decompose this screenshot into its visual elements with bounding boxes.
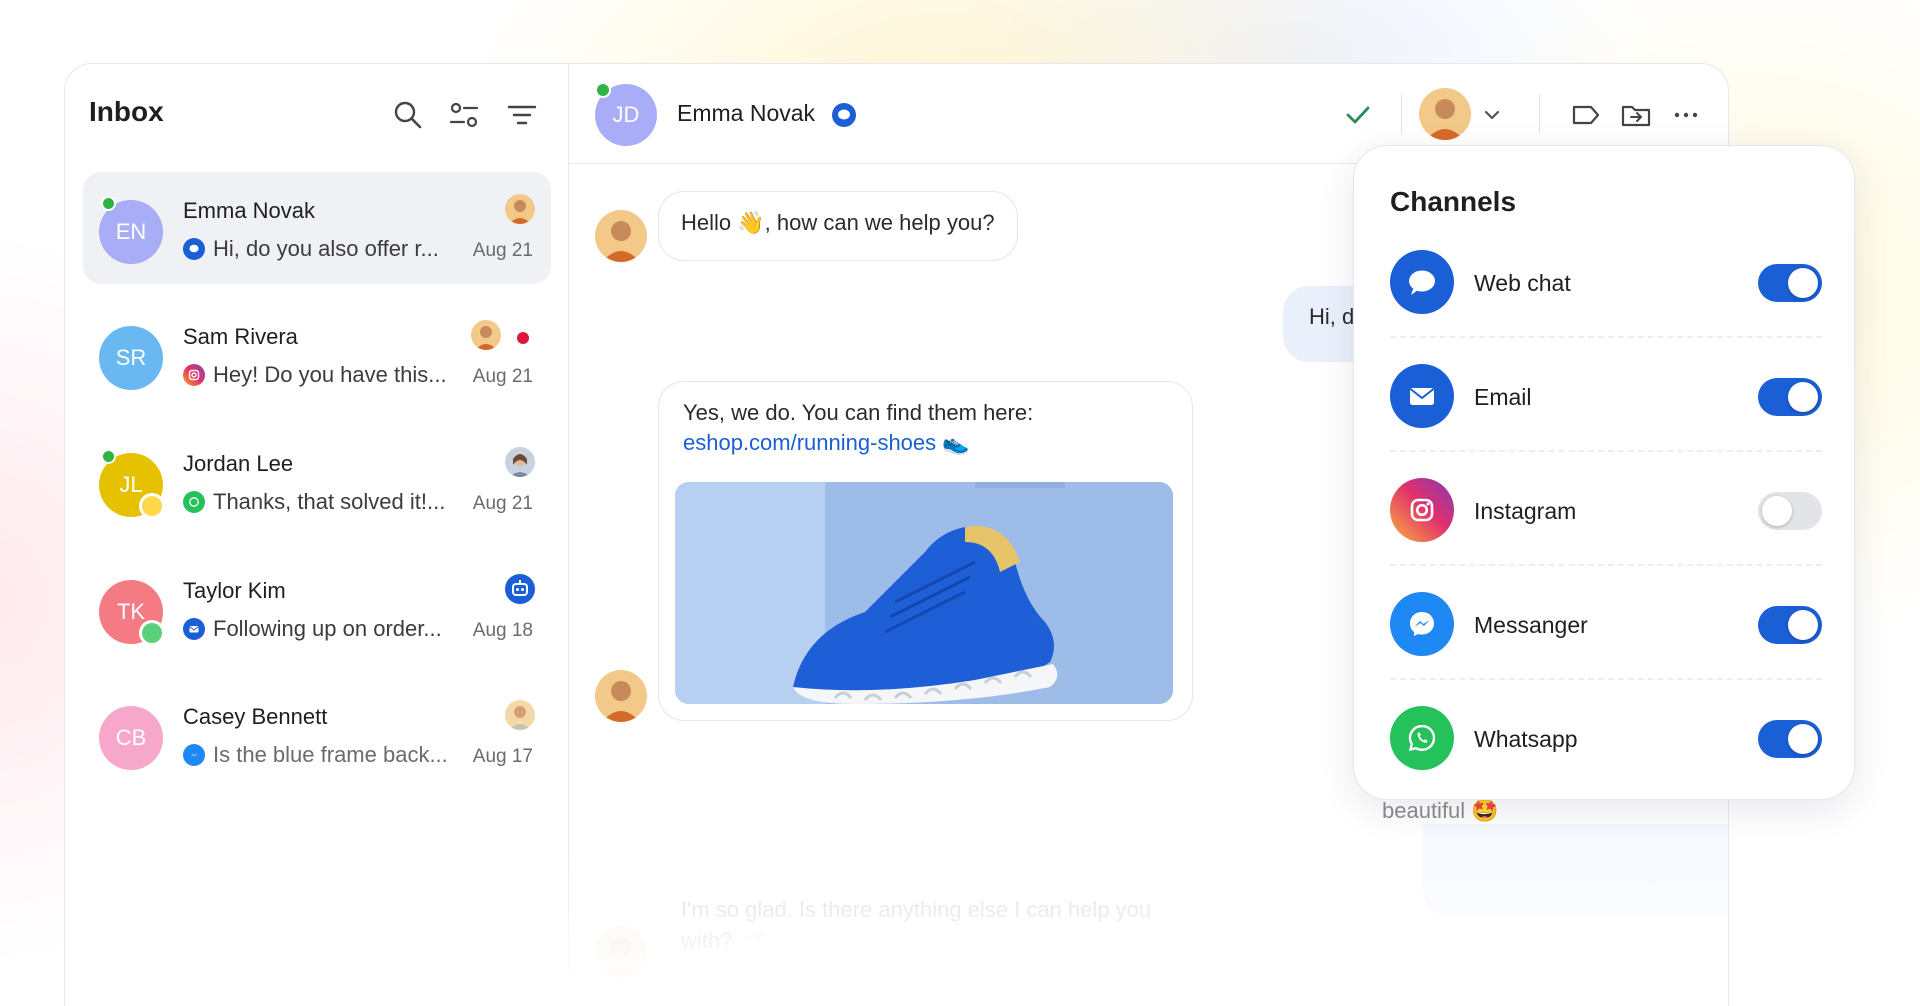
divider: [1401, 94, 1402, 134]
online-indicator: [101, 196, 116, 211]
agent-message-faded: I'm so glad. Is there anything else I ca…: [681, 897, 1152, 953]
email-icon: [183, 618, 205, 640]
contact-name: Emma Novak: [677, 100, 816, 126]
agent-avatar: [595, 210, 647, 262]
conversation-preview: Hey! Do you have this...: [183, 362, 473, 388]
conversation-preview: Hi, do you also offer r...: [183, 236, 473, 262]
chevron-down-icon[interactable]: [1481, 104, 1503, 126]
instagram-icon: [183, 364, 205, 386]
agent-message: Hello 👋, how can we help you?: [658, 191, 1018, 261]
conversation-item[interactable]: EN Emma Novak Hi, do you also offer r...…: [83, 172, 551, 284]
channel-label: Whatsapp: [1474, 726, 1578, 752]
web-chat-toggle[interactable]: [1758, 264, 1822, 302]
shoe-emoji: 👟: [942, 430, 970, 455]
conversation-preview: Following up on order...: [183, 616, 473, 642]
label-icon[interactable]: [1569, 98, 1603, 132]
agent-avatar: [595, 926, 647, 978]
resolve-check-icon[interactable]: [1341, 98, 1375, 132]
divider: [1539, 94, 1540, 134]
channel-label: Messanger: [1474, 612, 1588, 638]
conversation-item[interactable]: TK Taylor Kim Following up on order... A…: [83, 552, 551, 664]
channel-label: Web chat: [1474, 270, 1571, 296]
filter-icon[interactable]: [505, 98, 539, 132]
instagram-icon: [1390, 478, 1454, 542]
avatar: SR: [99, 326, 163, 390]
move-to-folder-icon[interactable]: [1619, 98, 1653, 132]
verified-icon: [832, 103, 856, 127]
bot-icon: [505, 574, 535, 604]
channel-row-instagram: Instagram: [1390, 452, 1822, 566]
inbox-sidebar: Inbox EN Emma Novak Hi, do you also offe…: [65, 64, 569, 1006]
channel-row-email: Email: [1390, 338, 1822, 452]
whatsapp-icon: [183, 491, 205, 513]
conversation-date: Aug 21: [472, 366, 533, 387]
conversation-preview: Is the blue frame back...: [183, 742, 473, 768]
agent-avatar: [595, 670, 647, 722]
search-icon[interactable]: [391, 98, 425, 132]
messenger-icon: [183, 744, 205, 766]
whatsapp-icon: [1390, 706, 1454, 770]
channels-title: Channels: [1390, 186, 1517, 217]
conversation-date: Aug 18: [472, 620, 533, 641]
avatar: CB: [99, 706, 163, 770]
emoji-badge: [139, 493, 165, 519]
channel-label: Email: [1474, 384, 1532, 410]
conversation-name: Sam Rivera: [183, 324, 298, 349]
online-indicator: [595, 82, 611, 98]
conversation-name: Jordan Lee: [183, 451, 294, 476]
assigned-agent-avatar: [505, 447, 535, 477]
channel-label: Instagram: [1474, 498, 1577, 524]
faded-customer-message: beautiful 🤩: [1382, 798, 1499, 823]
message-text: Yes, we do. You can find them here:: [683, 400, 1034, 425]
conversation-name: Casey Bennett: [183, 704, 328, 729]
conversation-name: Emma Novak: [183, 198, 316, 223]
conversation-date: Aug 21: [472, 493, 533, 514]
conversation-date: Aug 21: [472, 240, 533, 261]
channel-row-messenger: Messanger: [1390, 566, 1822, 680]
assignee-avatar[interactable]: [1419, 88, 1471, 140]
conversation-item[interactable]: CB Casey Bennett Is the blue frame back.…: [83, 678, 551, 790]
channel-row-whatsapp: Whatsapp: [1390, 680, 1822, 794]
online-indicator: [101, 449, 116, 464]
assigned-agent-avatar: [505, 194, 535, 224]
email-toggle[interactable]: [1758, 378, 1822, 416]
conversation-preview: Thanks, that solved it!...: [183, 489, 473, 515]
emoji-badge: [139, 620, 165, 646]
inbox-title: Inbox: [89, 96, 164, 127]
conversation-date: Aug 17: [472, 746, 533, 767]
messenger-icon: [1390, 592, 1454, 656]
more-options-icon[interactable]: [1669, 98, 1703, 132]
email-icon: [1390, 364, 1454, 428]
conversation-item[interactable]: SR Sam Rivera Hey! Do you have this... A…: [83, 298, 551, 410]
product-link[interactable]: eshop.com/running-shoes: [683, 430, 936, 455]
conversation-name: Taylor Kim: [183, 578, 286, 603]
web-chat-icon: [183, 238, 205, 260]
instagram-toggle[interactable]: [1758, 492, 1822, 530]
product-image[interactable]: [675, 482, 1173, 704]
faded-customer-bubble: [1423, 824, 1728, 916]
conversation-item[interactable]: JL Jordan Lee Thanks, that solved it!...…: [83, 425, 551, 537]
channel-row-web-chat: Web chat: [1390, 224, 1822, 338]
sliders-icon[interactable]: [447, 98, 481, 132]
assigned-agent-avatar: [505, 700, 535, 730]
whatsapp-toggle[interactable]: [1758, 720, 1822, 758]
agent-message-with-image: Yes, we do. You can find them here: esho…: [658, 381, 1193, 721]
web-chat-icon: [1390, 250, 1454, 314]
channels-panel: Channels Web chat Email Instagram Messan…: [1353, 145, 1855, 800]
assigned-agent-avatar: [471, 320, 501, 350]
unread-indicator: [517, 332, 529, 344]
messenger-toggle[interactable]: [1758, 606, 1822, 644]
